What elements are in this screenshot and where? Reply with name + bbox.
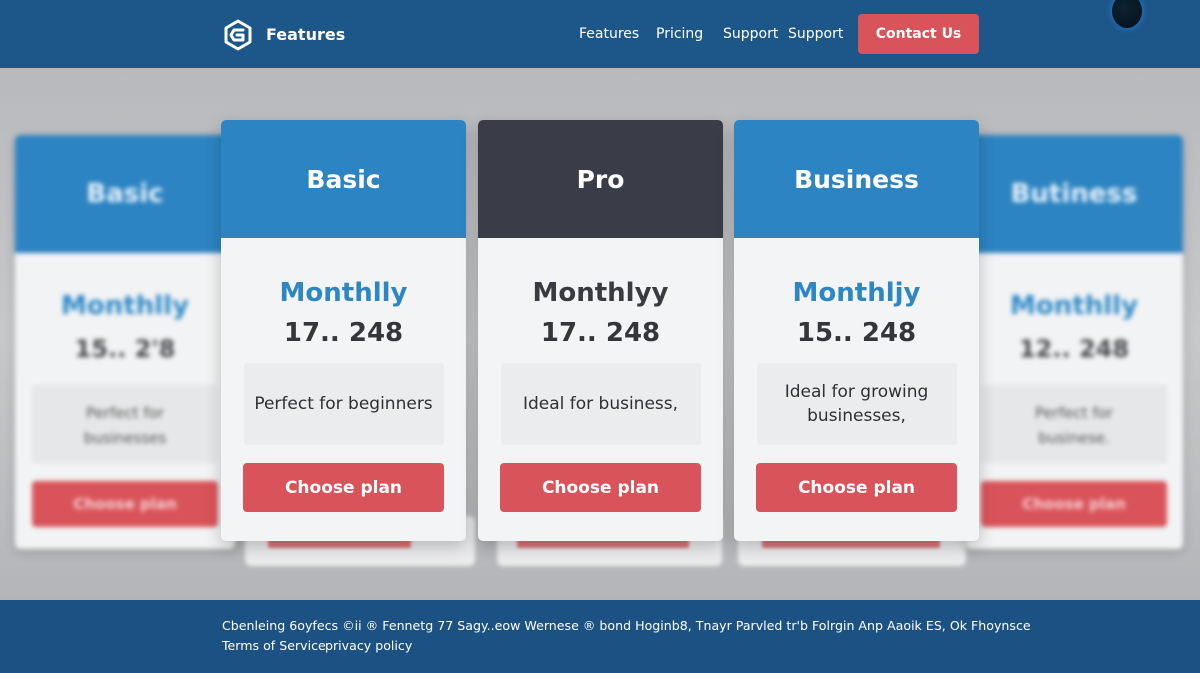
background-card-description: Perfect for businese. xyxy=(981,385,1167,463)
plan-billing-period: Monthljy xyxy=(792,278,921,308)
plan-title: Business xyxy=(734,120,979,238)
background-card-price: 12.. 248 xyxy=(1018,335,1130,363)
background-card-price: 15.. 2'8 xyxy=(74,335,176,363)
background-choose-plan-button: Choose plan xyxy=(981,481,1167,527)
background-plan-card-right: Butiness Monthlly 12.. 248 Perfect for b… xyxy=(965,135,1183,549)
background-plan-card-left: Basic Monthlly 15.. 2'8 Perfect for busi… xyxy=(15,135,235,549)
plan-card-basic: Basic Monthlly 17.. 248 Perfect for begi… xyxy=(221,120,466,541)
plan-price: 17.. 248 xyxy=(540,318,661,348)
plan-title: Basic xyxy=(221,120,466,238)
nav-link-support[interactable]: Support xyxy=(723,26,778,42)
plan-description: Perfect for beginners xyxy=(243,363,444,445)
background-card-title: Butiness xyxy=(965,135,1183,253)
choose-plan-button-basic[interactable]: Choose plan xyxy=(243,463,444,512)
description-line: businese. xyxy=(1038,429,1110,447)
plan-price: 17.. 248 xyxy=(283,318,404,348)
choose-plan-button-business[interactable]: Choose plan xyxy=(756,463,957,512)
plan-billing-period: Monthlyy xyxy=(532,278,669,308)
description-line: Perfect for xyxy=(86,404,164,422)
footer-copyright-text: Cbenleing 6oyfecs ©ii ® Fennetg 77 Sagy.… xyxy=(222,618,1031,633)
background-card-title: Basic xyxy=(15,135,235,253)
terms-of-service-link[interactable]: Terms of Service xyxy=(222,638,326,653)
background-card-period: Monthlly xyxy=(61,291,189,321)
description-line: businesses xyxy=(83,429,167,447)
background-card-description: Perfect for businesses xyxy=(32,385,218,463)
background-card-period: Monthlly xyxy=(1010,291,1138,321)
page-footer: Cbenleing 6oyfecs ©ii ® Fennetg 77 Sagy.… xyxy=(0,600,1200,673)
contact-us-button[interactable]: Contact Us xyxy=(858,14,979,54)
corner-orb-decoration xyxy=(1112,0,1142,28)
plan-billing-period: Monthlly xyxy=(279,278,408,308)
background-choose-plan-button: Choose plan xyxy=(32,481,218,527)
plan-card-pro: Pro Monthlyy 17.. 248 Ideal for business… xyxy=(478,120,723,541)
description-line: Perfect for xyxy=(1035,404,1113,422)
top-navbar: Features Features Pricing Support Suppor… xyxy=(0,0,1200,68)
pricing-section: Basic Monthlly 15.. 2'8 Perfect for busi… xyxy=(0,68,1200,600)
plan-description: Ideal for business, xyxy=(500,363,701,445)
plan-price: 15.. 248 xyxy=(796,318,917,348)
nav-link-pricing[interactable]: Pricing xyxy=(656,26,703,42)
plan-title: Pro xyxy=(478,120,723,238)
choose-plan-button-pro[interactable]: Choose plan xyxy=(500,463,701,512)
brand-logo-icon[interactable] xyxy=(222,19,254,51)
brand-name[interactable]: Features xyxy=(266,25,345,44)
plan-card-business: Business Monthljy 15.. 248 Ideal for gro… xyxy=(734,120,979,541)
nav-link-features[interactable]: Features xyxy=(579,26,639,42)
plan-description: Ideal for growing businesses, xyxy=(756,363,957,445)
privacy-policy-link[interactable]: privacy policy xyxy=(325,638,412,653)
nav-link-support-2[interactable]: Support xyxy=(788,26,843,42)
